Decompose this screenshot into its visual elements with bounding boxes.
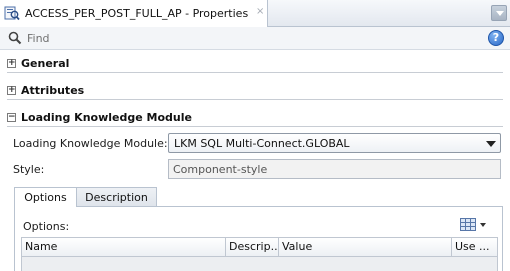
tab-description[interactable]: Description [77, 187, 157, 207]
options-table-header: Name Descrip... Value Use ... [21, 237, 498, 257]
grid-icon [460, 218, 476, 231]
search-input[interactable] [27, 30, 457, 47]
style-label: Style: [13, 163, 45, 176]
editor-tab-strip: ACCESS_PER_POST_FULL_AP - Properties × [0, 0, 510, 27]
style-field[interactable]: Component-style [168, 159, 501, 179]
chevron-down-icon[interactable] [491, 5, 507, 21]
column-header-description[interactable]: Descrip... [226, 238, 279, 256]
chevron-down-icon [486, 141, 496, 147]
section-general-title[interactable]: General [21, 57, 69, 70]
expand-icon[interactable]: + [7, 58, 16, 68]
column-header-use[interactable]: Use ... [452, 238, 497, 256]
tab-options[interactable]: Options [14, 187, 77, 207]
lkm-select-value: LKM SQL Multi-Connect.GLOBAL [174, 137, 350, 150]
section-divider [7, 126, 503, 127]
column-header-name[interactable]: Name [22, 238, 226, 256]
lkm-label: Loading Knowledge Module: [13, 137, 168, 150]
expand-icon[interactable]: + [7, 85, 16, 95]
tab-title: ACCESS_PER_POST_FULL_AP - Properties [25, 7, 249, 20]
section-divider [7, 72, 503, 73]
collapse-icon[interactable]: − [7, 112, 16, 122]
column-header-value[interactable]: Value [279, 238, 452, 256]
section-divider [7, 99, 503, 100]
help-icon[interactable]: ? [488, 30, 504, 46]
style-field-placeholder: Component-style [173, 163, 268, 176]
section-attributes-title[interactable]: Attributes [21, 84, 84, 97]
search-icon [8, 31, 22, 45]
close-icon[interactable]: × [256, 6, 264, 17]
grid-view-button[interactable] [460, 216, 490, 234]
options-table-body[interactable] [21, 257, 498, 271]
lkm-select[interactable]: LKM SQL Multi-Connect.GLOBAL [168, 133, 501, 153]
options-label: Options: [23, 220, 70, 233]
chevron-down-icon [480, 223, 486, 227]
section-lkm-title[interactable]: Loading Knowledge Module [21, 111, 192, 124]
options-panel: Options: Name Descrip... Value Use ... [14, 206, 503, 271]
properties-icon [4, 6, 20, 21]
properties-tab[interactable]: ACCESS_PER_POST_FULL_AP - Properties × [0, 0, 268, 27]
search-bar: ? [0, 27, 510, 50]
